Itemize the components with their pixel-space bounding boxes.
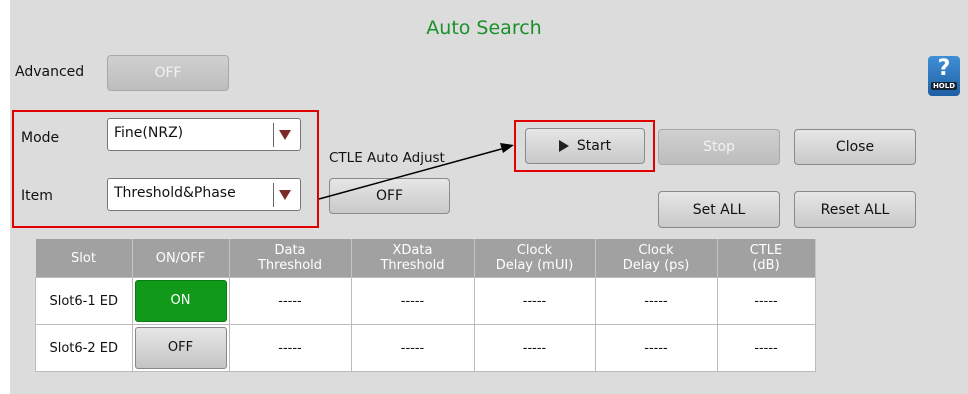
value-cell: ----- [594, 324, 718, 372]
close-button[interactable]: Close [794, 129, 916, 165]
on-off-cell: ON [131, 277, 230, 325]
value-cell: ----- [716, 324, 816, 372]
value-cell: ----- [473, 324, 596, 372]
slot-on-off-toggle[interactable]: OFF [134, 327, 227, 369]
header-ctle: CTLE (dB) [717, 239, 816, 278]
value-cell: ----- [228, 324, 352, 372]
play-icon [558, 140, 569, 152]
value-cell: ----- [350, 324, 475, 372]
slot-on-off-toggle[interactable]: ON [134, 280, 227, 322]
table-header-row: Slot ON/OFF Data Threshold XData Threshold… [35, 239, 816, 278]
start-label: Start [576, 138, 612, 154]
start-button[interactable]: Start [525, 128, 645, 164]
stop-button[interactable]: Stop [658, 129, 780, 165]
header-slot: Slot [35, 239, 133, 278]
header-data-threshold: Data Threshold [229, 239, 352, 278]
value-cell: ----- [228, 277, 352, 325]
slot-cell: Slot6-1 ED [35, 277, 133, 325]
auto-search-table: Slot ON/OFF Data Threshold XData Threshold… [35, 239, 816, 372]
value-cell: ----- [594, 277, 718, 325]
header-clock-delay-mui: Clock Delay (mUI) [474, 239, 596, 278]
value-cell: ----- [473, 277, 596, 325]
value-cell: ----- [716, 277, 816, 325]
on-off-cell: OFF [131, 324, 230, 372]
table-row: Slot6-2 ED OFF ----- ----- ----- ----- -… [35, 324, 816, 372]
header-clock-delay-ps: Clock Delay (ps) [595, 239, 718, 278]
value-cell: ----- [350, 277, 475, 325]
header-xdata-threshold: XData Threshold [351, 239, 475, 278]
set-all-button[interactable]: Set ALL [658, 191, 780, 228]
header-on-off: ON/OFF [132, 239, 230, 278]
reset-all-button[interactable]: Reset ALL [794, 191, 916, 228]
table-row: Slot6-1 ED ON ----- ----- ----- ----- --… [35, 277, 816, 325]
slot-cell: Slot6-2 ED [35, 324, 133, 372]
